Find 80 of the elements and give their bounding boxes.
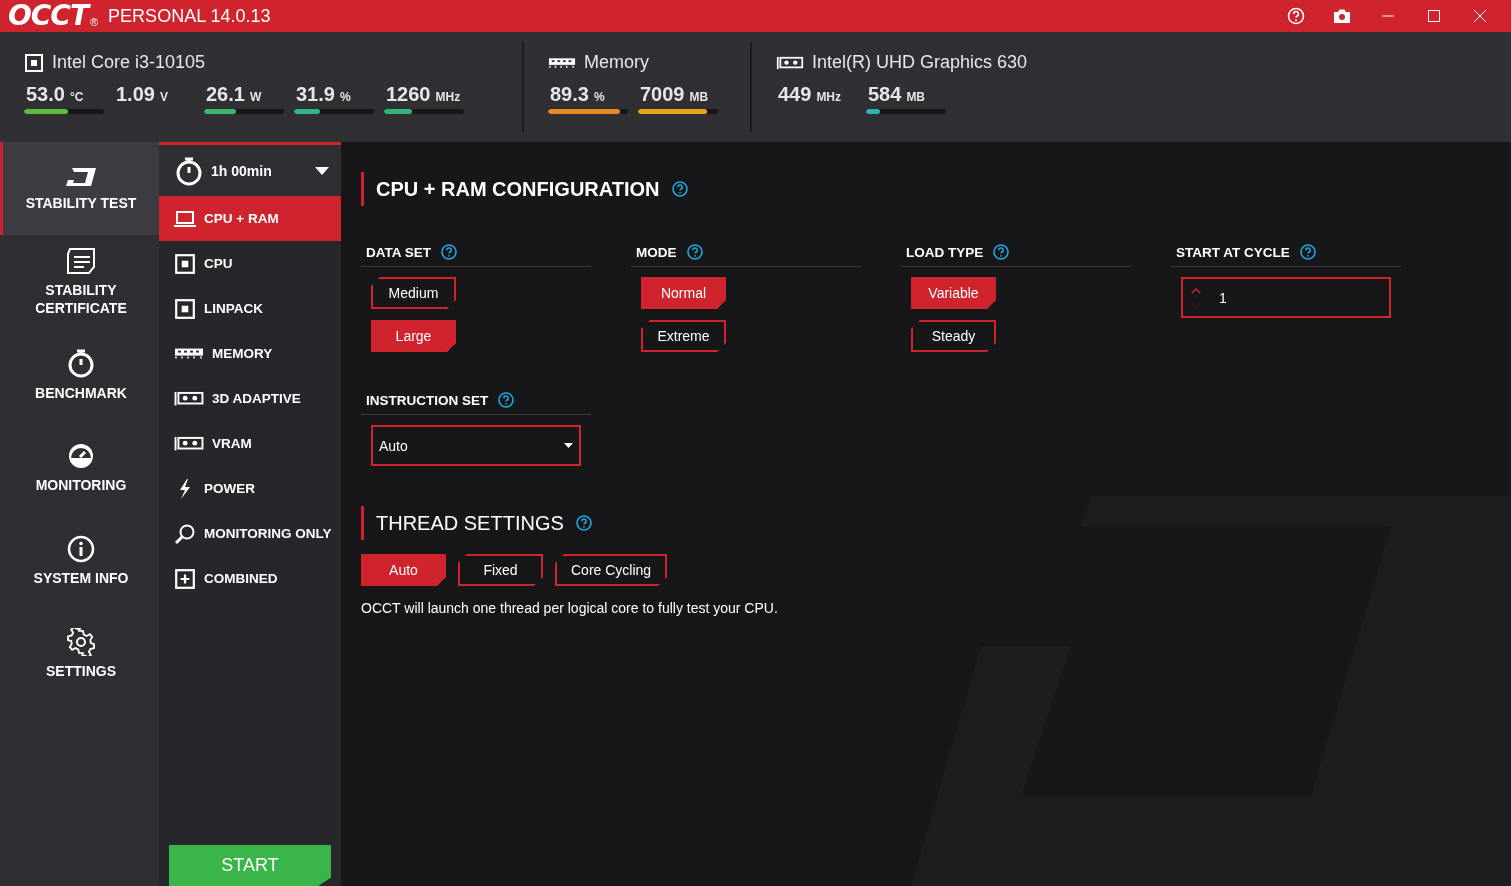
section-title: THREAD SETTINGS bbox=[376, 511, 564, 535]
chip-icon bbox=[174, 297, 196, 320]
nav-item[interactable]: SETTINGS bbox=[0, 607, 159, 700]
group-label: LOAD TYPE bbox=[906, 244, 984, 260]
device-name: Intel Core i3-10105 bbox=[52, 52, 206, 73]
info-icon bbox=[67, 534, 95, 563]
nav-item[interactable]: STABILITY CERTIFICATE bbox=[0, 235, 159, 328]
metric-value: 1.09 V bbox=[115, 83, 169, 106]
help-icon[interactable] bbox=[993, 244, 1010, 260]
number-field[interactable]: 1 bbox=[1181, 277, 1391, 318]
section-title: CPU + RAM CONFIGURATION bbox=[376, 177, 660, 201]
option-button[interactable]: Normal bbox=[641, 277, 726, 309]
chip-icon bbox=[24, 52, 44, 73]
nav-item[interactable]: SYSTEM INFO bbox=[0, 514, 159, 607]
select-field[interactable]: Auto bbox=[371, 425, 581, 466]
test-item[interactable]: MONITORING ONLY bbox=[159, 511, 341, 556]
test-item[interactable]: LINPACK bbox=[159, 286, 341, 331]
stopwatch-icon bbox=[67, 347, 95, 378]
camera-icon bbox=[1333, 8, 1351, 24]
caret-icon bbox=[315, 166, 329, 175]
search-icon bbox=[174, 522, 196, 545]
group-label: START AT CYCLE bbox=[1176, 244, 1290, 260]
logo-mark-icon bbox=[65, 165, 97, 188]
device-name: Intel(R) UHD Graphics 630 bbox=[812, 52, 1028, 73]
graphics-card-icon bbox=[776, 55, 804, 70]
metric-value: 53.0 °C bbox=[25, 83, 85, 106]
help-icon[interactable] bbox=[441, 244, 457, 260]
graphics-card-icon bbox=[174, 390, 204, 407]
chip-icon bbox=[174, 252, 196, 275]
option-button[interactable]: Auto bbox=[361, 554, 446, 586]
settings-icon bbox=[67, 627, 95, 656]
group-label: MODE bbox=[636, 244, 677, 260]
option-button[interactable]: Medium bbox=[371, 277, 456, 309]
metric-value: 89.3 % bbox=[549, 83, 606, 106]
maximize-icon bbox=[1428, 10, 1440, 22]
help-icon[interactable] bbox=[575, 515, 592, 531]
test-item[interactable]: MEMORY bbox=[159, 331, 341, 376]
memory-stick-icon bbox=[174, 346, 204, 361]
nav-item[interactable]: BENCHMARK bbox=[0, 328, 159, 421]
option-button[interactable]: Core Cycling bbox=[555, 554, 668, 586]
nav-item[interactable]: MONITORING bbox=[0, 421, 159, 514]
registered-mark: ® bbox=[90, 16, 99, 28]
duration-dropdown[interactable]: 1h 00min bbox=[159, 145, 341, 196]
option-button[interactable]: Steady bbox=[911, 320, 996, 352]
metric-value: 1260 MHz bbox=[385, 83, 462, 106]
gauge-icon bbox=[67, 441, 95, 470]
option-button[interactable]: Large bbox=[371, 320, 456, 352]
option-button[interactable]: Fixed bbox=[458, 554, 543, 586]
option-button[interactable]: Variable bbox=[911, 277, 996, 309]
device-name: Memory bbox=[584, 52, 649, 73]
help-icon bbox=[1287, 7, 1305, 25]
option-button[interactable]: Extreme bbox=[641, 320, 726, 352]
metric-value: 31.9 % bbox=[295, 83, 352, 106]
test-item[interactable]: CPU + RAM bbox=[159, 196, 341, 241]
document-icon bbox=[65, 246, 97, 275]
help-icon[interactable] bbox=[671, 181, 688, 197]
group-label: INSTRUCTION SET bbox=[366, 392, 489, 408]
metric-value: 7009 MB bbox=[639, 83, 710, 106]
test-item[interactable]: CPU bbox=[159, 241, 341, 286]
app-edition: PERSONAL 14.0.13 bbox=[108, 5, 271, 27]
metric-value: 449 MHz bbox=[777, 83, 843, 106]
stopwatch-icon bbox=[175, 155, 203, 186]
metric-value: 584 MB bbox=[867, 83, 927, 106]
group-label: DATA SET bbox=[366, 244, 431, 260]
test-item[interactable]: POWER bbox=[159, 466, 341, 511]
nav-item[interactable]: STABILITY TEST bbox=[0, 142, 159, 235]
help-icon[interactable] bbox=[686, 244, 703, 260]
plus-box-icon bbox=[174, 567, 196, 590]
thread-description: OCCT will launch one thread per logical core to fully test your CPU. bbox=[361, 600, 779, 616]
help-icon[interactable] bbox=[498, 392, 515, 408]
metric-value: 26.1 W bbox=[205, 83, 263, 106]
test-item[interactable]: VRAM bbox=[159, 421, 341, 466]
memory-stick-icon bbox=[548, 56, 576, 69]
test-item[interactable]: 3D ADAPTIVE bbox=[159, 376, 341, 421]
help-icon[interactable] bbox=[1299, 244, 1316, 260]
graphics-card-icon bbox=[174, 435, 204, 452]
close-icon bbox=[1474, 10, 1486, 22]
test-item[interactable]: COMBINED bbox=[159, 556, 341, 601]
caret-icon bbox=[564, 443, 573, 448]
minimize-icon bbox=[1382, 15, 1394, 17]
